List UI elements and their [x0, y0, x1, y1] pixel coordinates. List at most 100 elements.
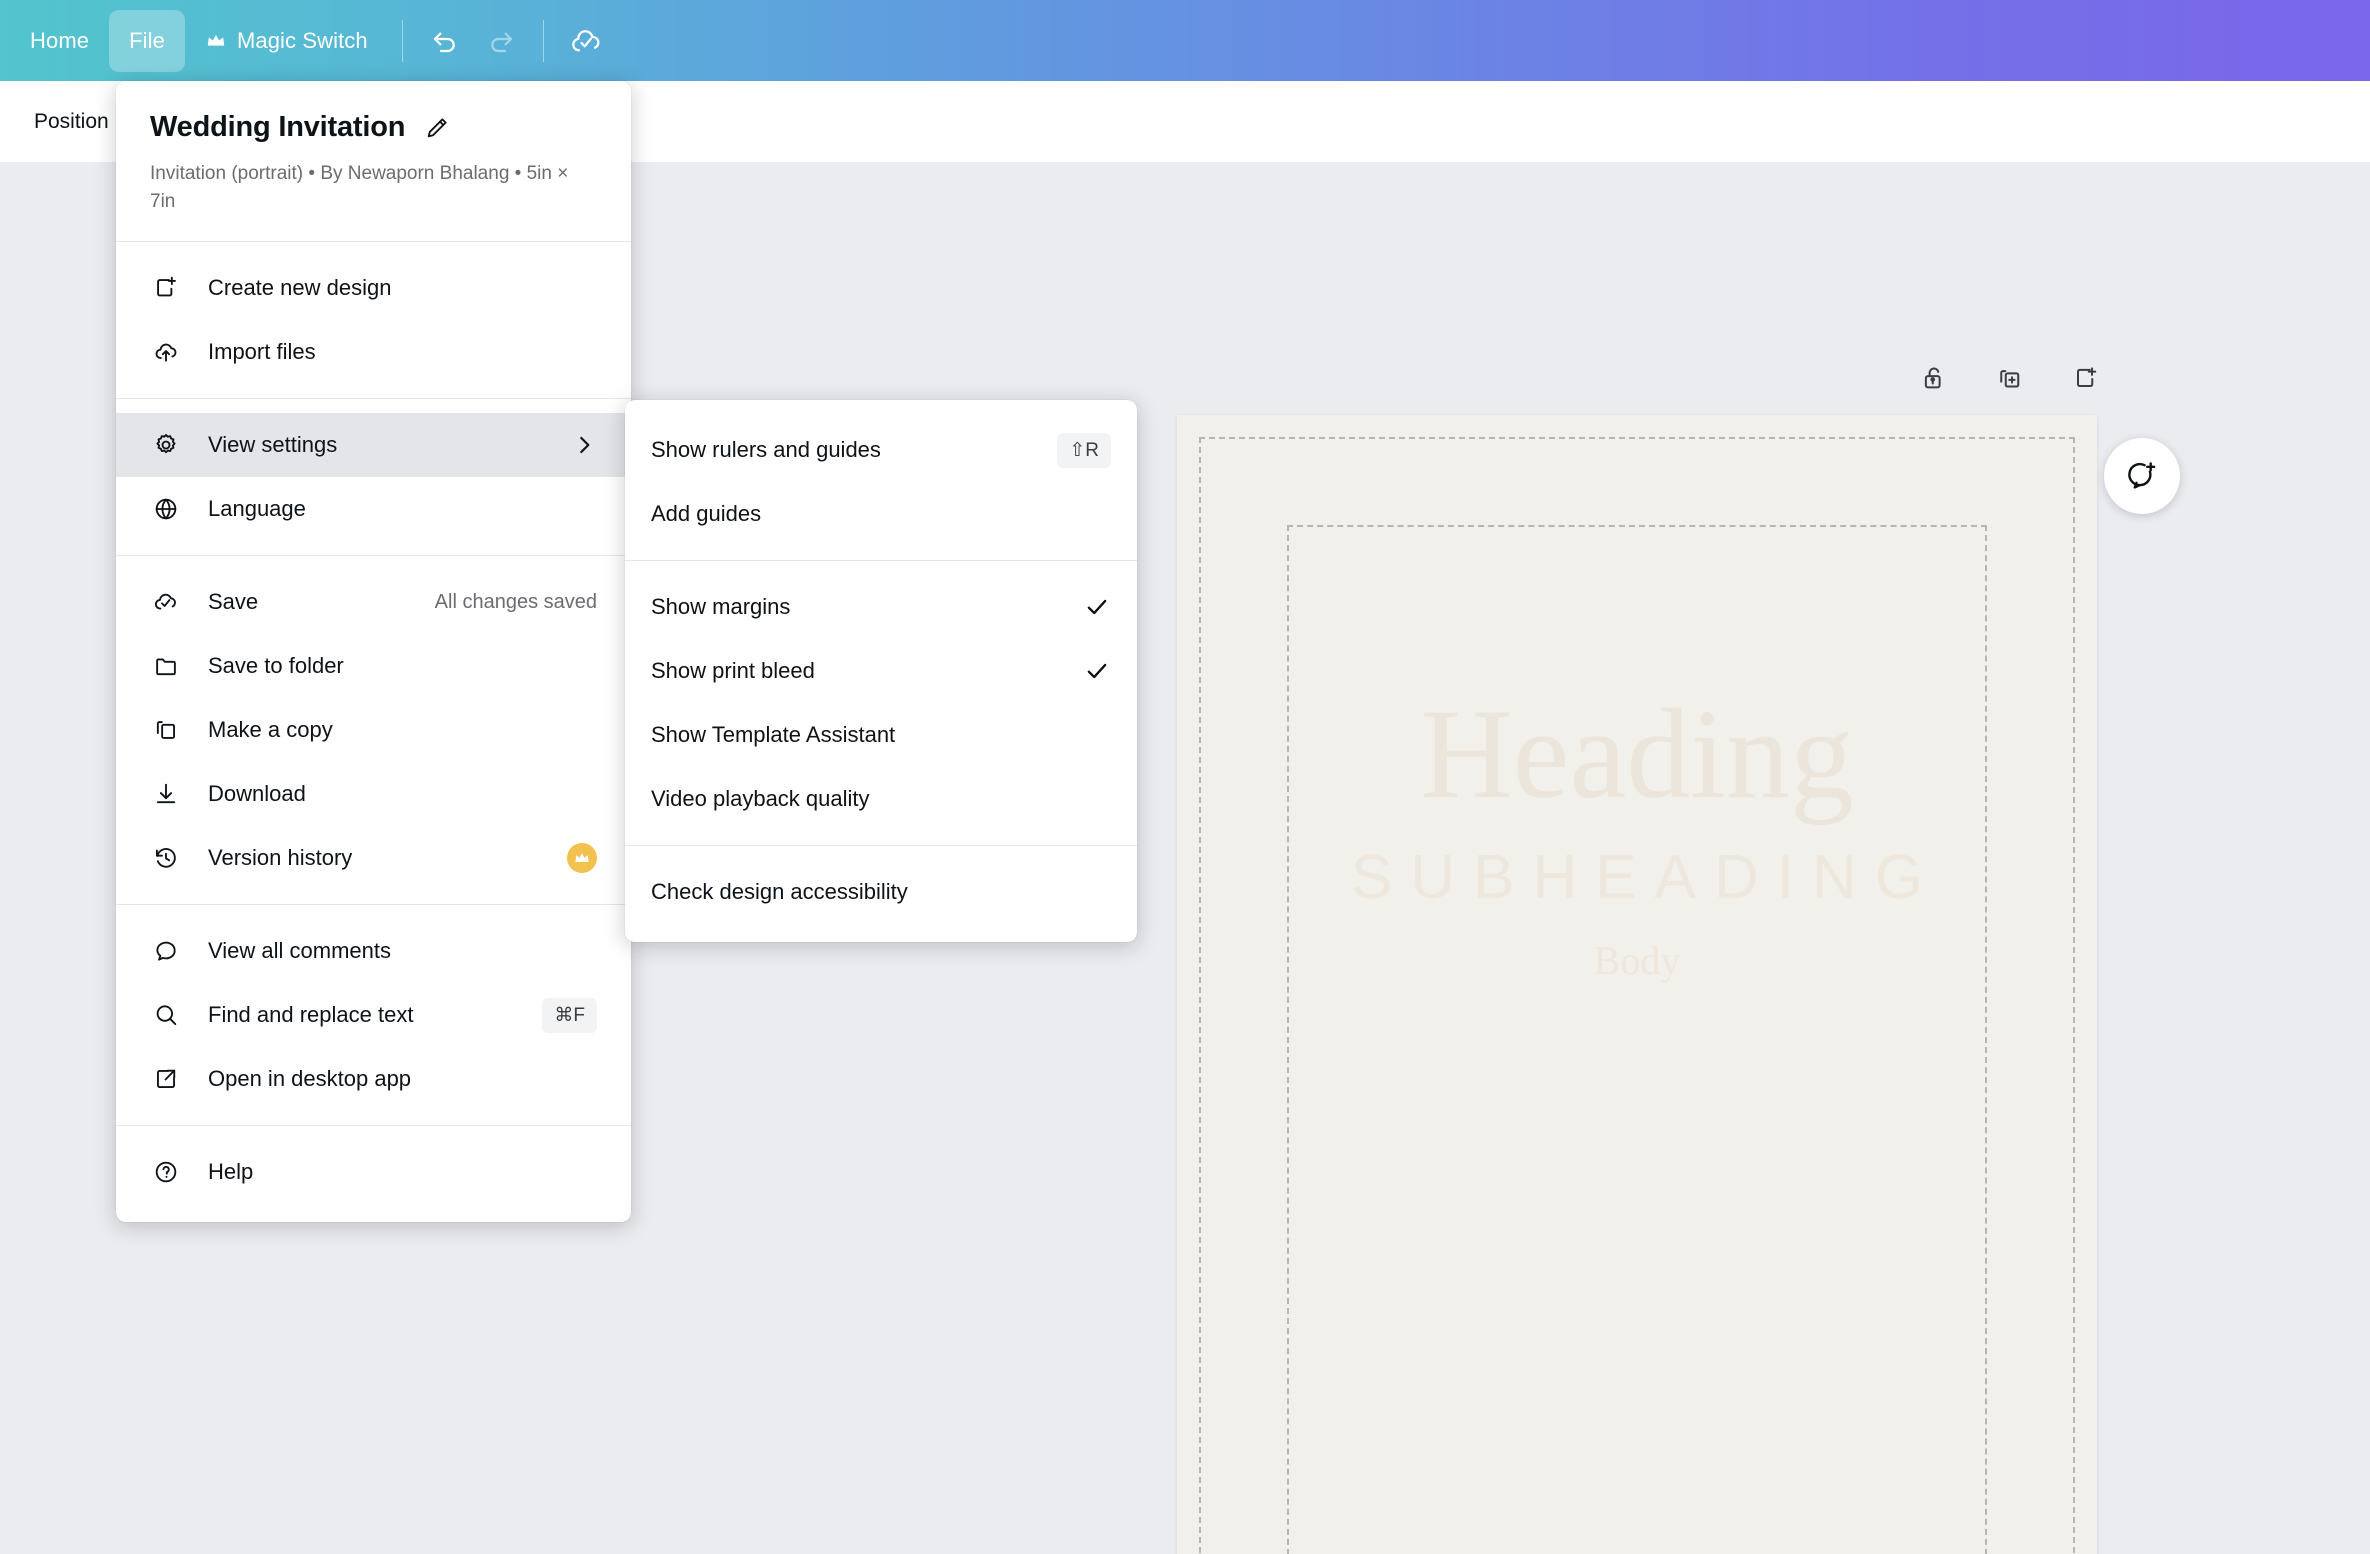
undo-button[interactable] — [417, 13, 473, 69]
design-title-row: Wedding Invitation — [150, 111, 597, 144]
undo-icon — [433, 32, 455, 52]
rulers-shortcut-badge: ⇧R — [1057, 432, 1111, 468]
submenu-item-video-playback-quality[interactable]: Video playback quality — [625, 767, 1137, 831]
menu-item-label: Help — [208, 1159, 254, 1185]
search-icon — [150, 999, 182, 1031]
menu-item-make-a-copy[interactable]: Make a copy — [116, 698, 631, 762]
menu-item-label: Version history — [208, 845, 353, 871]
position-button[interactable]: Position — [18, 98, 125, 146]
cloud-upload-icon — [150, 336, 182, 368]
submenu-item-label: Show rulers and guides — [651, 437, 881, 462]
globe-icon — [150, 493, 182, 525]
menu-item-label: Import files — [208, 339, 316, 365]
submenu-item-show-rulers-and-guides[interactable]: Show rulers and guides ⇧R — [625, 418, 1137, 482]
submenu-item-check-design-accessibility[interactable]: Check design accessibility — [625, 860, 1137, 924]
menu-item-download[interactable]: Download — [116, 762, 631, 826]
menu-item-label: Open in desktop app — [208, 1066, 412, 1092]
save-status-text: All changes saved — [434, 590, 597, 613]
save-status-button[interactable] — [558, 13, 614, 69]
file-dropdown-menu: Wedding Invitation Invitation (portrait)… — [116, 81, 631, 1223]
toolbar-divider-2 — [542, 19, 544, 62]
menu-item-label: Create new design — [208, 275, 392, 301]
top-navigation-bar: Home File Magic Switch — [0, 0, 2370, 81]
gear-icon — [150, 429, 182, 461]
cloud-check-icon — [571, 29, 600, 51]
pro-crown-badge — [567, 843, 597, 874]
file-menu-button[interactable]: File — [109, 9, 185, 72]
lock-page-button[interactable] — [1910, 354, 1958, 402]
submenu-item-label: Show Template Assistant — [651, 722, 896, 747]
submenu-item-show-margins[interactable]: Show margins — [625, 575, 1137, 639]
menu-item-label: View all comments — [208, 938, 391, 964]
menu-group-settings: View settings Language — [116, 399, 631, 555]
folder-icon — [150, 650, 182, 682]
menu-item-version-history[interactable]: Version history — [116, 826, 631, 890]
add-page-button[interactable] — [2062, 354, 2110, 402]
submenu-item-add-guides[interactable]: Add guides — [625, 482, 1137, 546]
submenu-item-label: Video playback quality — [651, 786, 870, 811]
margin-guide — [1287, 525, 1987, 1554]
menu-item-help[interactable]: Help — [116, 1140, 631, 1204]
menu-item-save[interactable]: Save All changes saved — [116, 570, 631, 634]
menu-item-label: View settings — [208, 432, 338, 458]
redo-icon — [490, 32, 512, 52]
menu-item-label: Find and replace text — [208, 1002, 414, 1028]
magic-switch-button[interactable]: Magic Switch — [185, 10, 388, 72]
menu-group-help: Help — [116, 1126, 631, 1218]
design-canvas-page[interactable]: Heading SUBHEADING Body — [1177, 415, 2097, 1554]
duplicate-page-icon — [2000, 370, 2020, 388]
new-design-icon — [150, 272, 182, 304]
add-page-icon — [2077, 367, 2097, 387]
add-comment-button[interactable] — [2104, 438, 2180, 514]
menu-item-view-all-comments[interactable]: View all comments — [116, 919, 631, 983]
menu-item-language[interactable]: Language — [116, 477, 631, 541]
comment-icon — [150, 935, 182, 967]
check-icon — [1083, 593, 1111, 621]
add-comment-icon — [2128, 462, 2156, 489]
pencil-icon — [428, 117, 447, 137]
file-menu-header: Wedding Invitation Invitation (portrait)… — [116, 81, 631, 241]
menu-item-save-to-folder[interactable]: Save to folder — [116, 634, 631, 698]
submenu-item-show-template-assistant[interactable]: Show Template Assistant — [625, 703, 1137, 767]
menu-group-tools: View all comments Find and replace text … — [116, 905, 631, 1125]
chevron-right-icon — [571, 432, 597, 458]
check-icon — [1083, 657, 1111, 685]
help-circle-icon — [150, 1156, 182, 1188]
crown-icon — [205, 30, 227, 52]
page-tools-group — [1910, 354, 2110, 402]
menu-item-label: Save to folder — [208, 653, 344, 679]
copy-icon — [150, 714, 182, 746]
submenu-item-label: Show print bleed — [651, 658, 815, 683]
menu-item-label: Language — [208, 496, 306, 522]
submenu-group-display: Show margins Show print bleed Show Templ… — [625, 561, 1137, 845]
cloud-check-icon — [150, 586, 182, 618]
menu-item-import-files[interactable]: Import files — [116, 320, 631, 384]
menu-item-open-in-desktop-app[interactable]: Open in desktop app — [116, 1047, 631, 1111]
menu-group-create: Create new design Import files — [116, 242, 631, 398]
external-link-icon — [150, 1063, 182, 1095]
edit-title-button[interactable] — [423, 114, 451, 142]
home-button[interactable]: Home — [10, 10, 109, 72]
submenu-item-show-print-bleed[interactable]: Show print bleed — [625, 639, 1137, 703]
submenu-item-label: Check design accessibility — [651, 879, 908, 904]
submenu-group-accessibility: Check design accessibility — [625, 846, 1137, 938]
menu-item-label: Save — [208, 589, 259, 615]
duplicate-page-button[interactable] — [1986, 354, 2034, 402]
design-subtitle: Invitation (portrait) • By Newaporn Bhal… — [150, 163, 569, 212]
unlock-icon — [1924, 367, 1941, 389]
design-title: Wedding Invitation — [150, 111, 406, 143]
menu-item-label: Make a copy — [208, 717, 333, 743]
menu-item-view-settings[interactable]: View settings — [116, 413, 631, 478]
submenu-group-guides: Show rulers and guides ⇧R Add guides — [625, 404, 1137, 560]
submenu-item-label: Show margins — [651, 594, 791, 619]
redo-button[interactable] — [473, 13, 529, 69]
menu-item-create-new-design[interactable]: Create new design — [116, 256, 631, 320]
download-icon — [150, 778, 182, 810]
history-icon — [150, 842, 182, 874]
view-settings-submenu: Show rulers and guides ⇧R Add guides Sho… — [625, 400, 1137, 942]
menu-item-label: Download — [208, 781, 306, 807]
toolbar-divider-1 — [401, 19, 403, 62]
find-shortcut-badge: ⌘F — [542, 997, 597, 1033]
magic-switch-label: Magic Switch — [236, 27, 368, 53]
menu-item-find-and-replace-text[interactable]: Find and replace text ⌘F — [116, 983, 631, 1047]
